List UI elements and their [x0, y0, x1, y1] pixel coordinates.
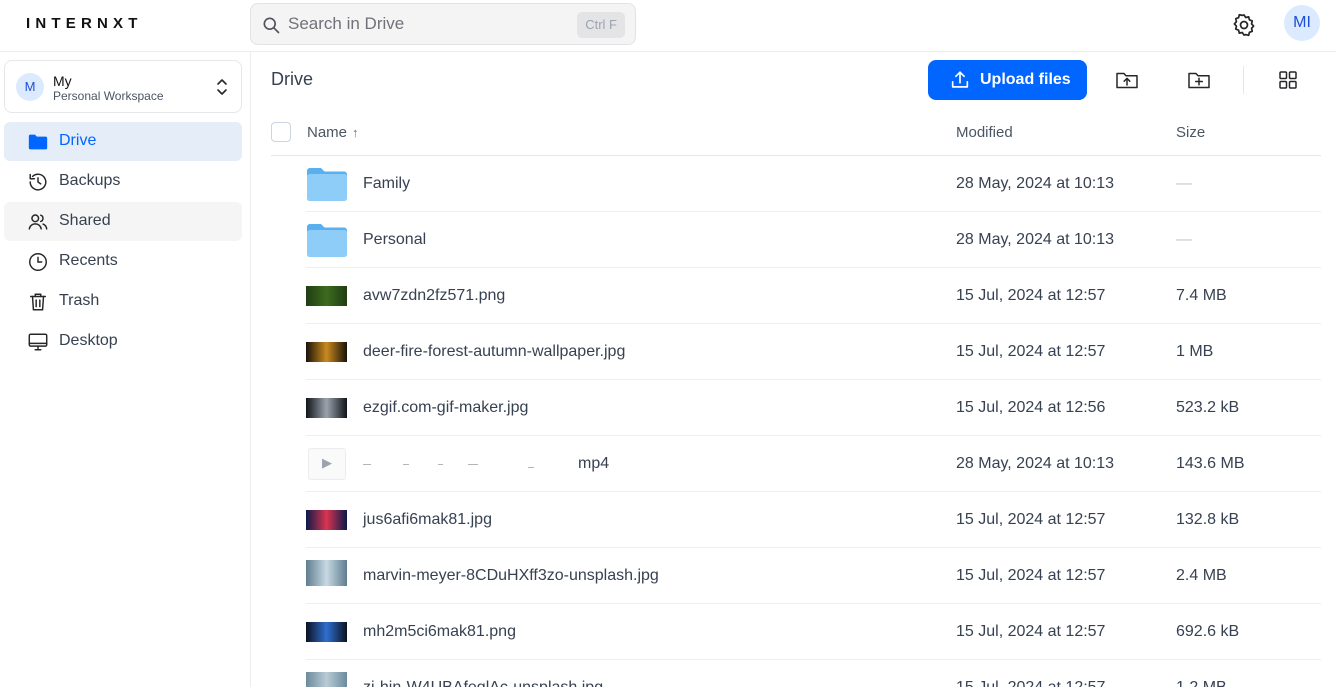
search-bar[interactable]: Ctrl F	[250, 3, 636, 45]
chevron-up-down-icon	[217, 79, 227, 95]
table-row[interactable]: ▶ mp4 28 May, 2024 at 10:13 143.6 MB	[306, 436, 1321, 492]
image-thumbnail	[306, 622, 347, 642]
sidebar-item-label: Backups	[59, 172, 121, 189]
file-name: zi-hin-W4UBAfeqlAc-unsplash.jpg	[363, 679, 603, 687]
user-avatar[interactable]: MI	[1284, 5, 1320, 41]
table-header: Name ↑ Modified Size	[271, 114, 1321, 156]
image-thumbnail	[306, 510, 347, 530]
sidebar-item-label: Shared	[59, 212, 111, 229]
main-content: Drive Upload files Name ↑ Modified Size F…	[251, 52, 1336, 687]
table-row[interactable]: Personal 28 May, 2024 at 10:13 —	[306, 212, 1321, 268]
file-size: 1.2 MB	[1176, 679, 1227, 687]
sidebar-item-trash[interactable]: Trash	[4, 282, 242, 321]
file-name: marvin-meyer-8CDuHXff3zo-unsplash.jpg	[363, 567, 659, 584]
file-name: avw7zdn2fz571.png	[363, 287, 506, 304]
redacted-filename	[363, 464, 573, 472]
file-modified: 28 May, 2024 at 10:13	[956, 455, 1115, 472]
upload-folder-icon[interactable]	[1112, 65, 1142, 95]
trash-icon	[29, 293, 47, 311]
upload-files-label: Upload files	[980, 71, 1071, 88]
workspace-name: My	[53, 73, 72, 89]
table-row[interactable]: ezgif.com-gif-maker.jpg 15 Jul, 2024 at …	[306, 380, 1321, 436]
top-bar: INTERNXT Ctrl F MI	[0, 0, 1336, 52]
file-size: 132.8 kB	[1176, 511, 1240, 528]
column-header-size[interactable]: Size	[1176, 124, 1205, 141]
upload-files-button[interactable]: Upload files	[928, 60, 1087, 100]
file-modified: 15 Jul, 2024 at 12:57	[956, 511, 1106, 528]
file-modified: 28 May, 2024 at 10:13	[956, 231, 1115, 248]
workspace-selector[interactable]: M My Personal Workspace	[4, 60, 242, 113]
grid-view-icon[interactable]	[1273, 65, 1303, 95]
history-icon	[29, 173, 47, 191]
file-modified: 15 Jul, 2024 at 12:57	[956, 567, 1106, 584]
sidebar-item-drive[interactable]: Drive	[4, 122, 242, 161]
image-thumbnail	[306, 560, 347, 586]
table-row[interactable]: Family 28 May, 2024 at 10:13 —	[306, 156, 1321, 212]
sidebar-item-label: Recents	[59, 252, 118, 269]
file-modified: 15 Jul, 2024 at 12:57	[956, 343, 1106, 360]
folder-icon	[307, 168, 347, 201]
toolbar-divider	[1243, 66, 1244, 94]
file-size: 7.4 MB	[1176, 287, 1227, 304]
image-thumbnail	[306, 672, 347, 687]
file-size: 523.2 kB	[1176, 399, 1240, 416]
sidebar-item-recents[interactable]: Recents	[4, 242, 242, 281]
column-header-modified[interactable]: Modified	[956, 124, 1013, 141]
table-row[interactable]: marvin-meyer-8CDuHXff3zo-unsplash.jpg 15…	[306, 548, 1321, 604]
image-thumbnail	[306, 398, 347, 418]
sidebar-item-label: Desktop	[59, 332, 118, 349]
file-modified: 15 Jul, 2024 at 12:57	[956, 623, 1106, 640]
file-modified: 15 Jul, 2024 at 12:57	[956, 287, 1106, 304]
file-size: —	[1176, 175, 1192, 192]
table-row[interactable]: zi-hin-W4UBAfeqlAc-unsplash.jpg 15 Jul, …	[306, 660, 1321, 687]
sidebar: M My Personal Workspace Drive Backups Sh…	[0, 52, 251, 687]
table-row[interactable]: mh2m5ci6mak81.png 15 Jul, 2024 at 12:57 …	[306, 604, 1321, 660]
search-icon	[263, 17, 280, 34]
image-thumbnail	[306, 342, 347, 362]
sidebar-item-desktop[interactable]: Desktop	[4, 322, 242, 361]
file-name: jus6afi6mak81.jpg	[363, 511, 492, 528]
file-size: 143.6 MB	[1176, 455, 1245, 472]
search-shortcut-badge: Ctrl F	[577, 12, 625, 38]
new-folder-icon[interactable]	[1184, 65, 1214, 95]
file-name: mh2m5ci6mak81.png	[363, 623, 516, 640]
image-thumbnail	[306, 286, 347, 306]
monitor-icon	[28, 333, 48, 351]
clock-icon	[29, 253, 47, 271]
gear-icon[interactable]	[1231, 12, 1257, 38]
file-name: deer-fire-forest-autumn-wallpaper.jpg	[363, 343, 626, 360]
workspace-subtitle: Personal Workspace	[53, 89, 164, 103]
table-row[interactable]: jus6afi6mak81.jpg 15 Jul, 2024 at 12:57 …	[306, 492, 1321, 548]
select-all-checkbox[interactable]	[271, 122, 291, 142]
sidebar-item-backups[interactable]: Backups	[4, 162, 242, 201]
file-modified: 15 Jul, 2024 at 12:56	[956, 399, 1106, 416]
file-size: 692.6 kB	[1176, 623, 1240, 640]
table-row[interactable]: deer-fire-forest-autumn-wallpaper.jpg 15…	[306, 324, 1321, 380]
search-input[interactable]	[288, 12, 568, 36]
users-icon	[28, 214, 48, 230]
file-size: 1 MB	[1176, 343, 1214, 360]
sidebar-item-label: Trash	[59, 292, 100, 309]
play-icon: ▶	[322, 455, 332, 470]
sort-arrow-icon: ↑	[352, 125, 359, 140]
column-header-name[interactable]: Name ↑	[307, 124, 359, 141]
file-name: Personal	[363, 231, 427, 248]
folder-icon	[307, 224, 347, 257]
table-row[interactable]: avw7zdn2fz571.png 15 Jul, 2024 at 12:57 …	[306, 268, 1321, 324]
file-name: Family	[363, 175, 411, 192]
file-size: —	[1176, 231, 1192, 248]
file-name: mp4	[578, 455, 610, 472]
file-name: ezgif.com-gif-maker.jpg	[363, 399, 529, 416]
workspace-avatar: M	[16, 73, 44, 101]
video-thumbnail: ▶	[308, 448, 346, 480]
file-modified: 28 May, 2024 at 10:13	[956, 175, 1115, 192]
folder-icon	[28, 134, 48, 150]
file-size: 2.4 MB	[1176, 567, 1227, 584]
file-modified: 15 Jul, 2024 at 12:57	[956, 679, 1105, 687]
app-logo[interactable]: INTERNXT	[26, 15, 143, 32]
sidebar-item-shared[interactable]: Shared	[4, 202, 242, 241]
upload-icon	[951, 71, 969, 88]
page-title: Drive	[271, 69, 314, 89]
sidebar-item-label: Drive	[59, 132, 97, 149]
